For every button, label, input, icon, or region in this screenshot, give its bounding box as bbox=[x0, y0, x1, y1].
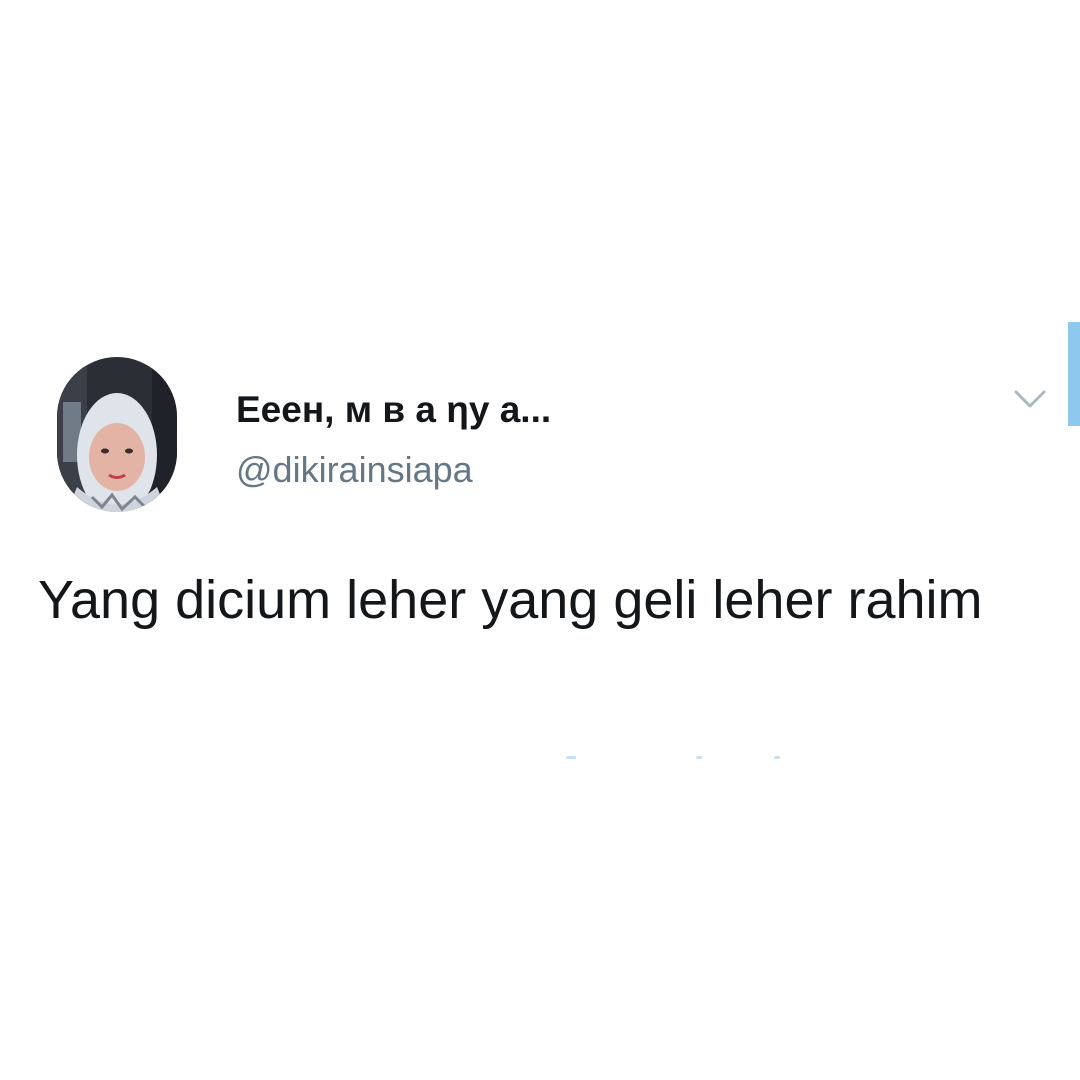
action-bar-fragment bbox=[566, 756, 576, 759]
tweet-text: Yang dicium leher yang geli leher rahim bbox=[38, 570, 983, 630]
avatar-photo bbox=[57, 357, 177, 512]
chevron-down-icon[interactable] bbox=[1008, 380, 1052, 420]
user-handle[interactable]: @dikirainsiapa bbox=[236, 448, 473, 492]
scrollbar[interactable] bbox=[1068, 322, 1080, 426]
screenshot-canvas: Еeeн, м в а ηу а... @dikirainsiapa Yang … bbox=[0, 0, 1080, 1080]
tweet-card: Еeeн, м в а ηу а... @dikirainsiapa Yang … bbox=[0, 322, 1080, 762]
display-name[interactable]: Еeeн, м в а ηу а... bbox=[236, 388, 551, 432]
action-bar-fragment bbox=[774, 756, 780, 759]
action-bar-fragment bbox=[696, 756, 702, 759]
avatar[interactable] bbox=[57, 357, 177, 512]
